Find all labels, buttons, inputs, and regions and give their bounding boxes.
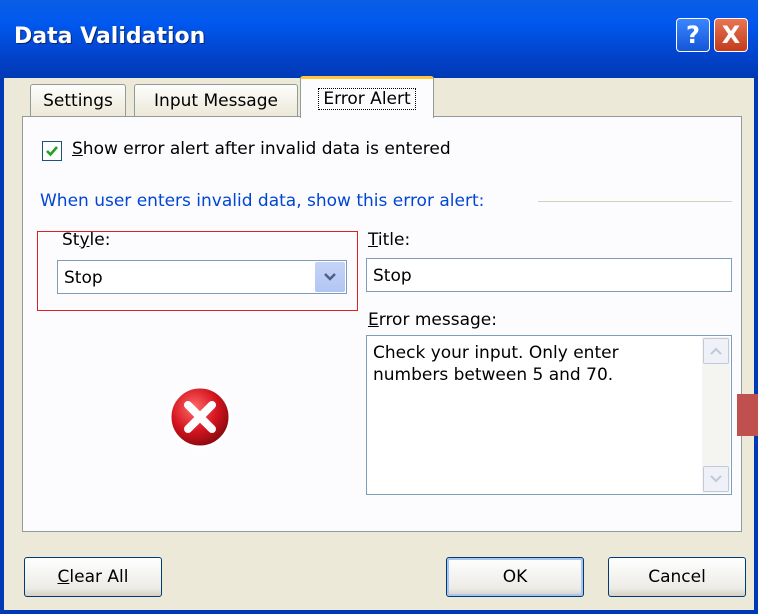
clear-all-label: lear All [69,567,129,587]
error-message-value: Check your input. Only enter numbers bet… [373,343,619,385]
show-error-alert-checkbox[interactable] [42,141,62,161]
mnemonic-s: S [72,139,83,159]
error-message-label-mnemonic: E [368,310,379,330]
ok-label: OK [502,567,528,587]
window-border-left [0,78,4,614]
title-input-value: Stop [373,266,412,286]
ok-button[interactable]: OK [446,557,584,597]
side-marker [737,394,758,436]
title-input[interactable]: Stop [366,258,732,292]
close-button[interactable]: X [714,18,748,52]
group-label: When user enters invalid data, show this… [40,191,485,211]
checkmark-icon [46,146,58,157]
window-title: Data Validation [14,24,206,49]
error-message-label: Error message: [368,310,497,330]
clear-all-mnemonic: C [57,567,70,587]
tab-input-message[interactable]: Input Message [134,84,298,116]
tab-error-alert-label: Error Alert [318,87,416,110]
title-label: Title: [368,230,410,250]
title-label-rest: itle: [377,230,411,250]
message-scrollbar[interactable] [702,337,730,493]
data-validation-dialog: Data Validation ? X Settings Input Messa… [0,0,758,614]
show-error-alert-label-text: how error alert after invalid data is en… [82,139,451,159]
style-highlight-box [37,231,358,311]
clear-all-button[interactable]: Clear All [24,557,162,597]
tab-input-message-label: Input Message [154,90,278,111]
title-label-mnemonic: T [368,230,378,250]
help-button[interactable]: ? [676,18,710,52]
tab-settings-label: Settings [43,90,113,111]
window-border-right [754,78,758,614]
stop-error-icon [168,385,232,449]
close-icon: X [721,21,741,49]
tab-settings[interactable]: Settings [30,84,126,116]
scroll-up-icon[interactable] [703,338,729,364]
group-divider [538,201,732,202]
tab-error-alert[interactable]: Error Alert [300,76,434,118]
scroll-down-icon[interactable] [703,466,729,492]
title-bar[interactable]: Data Validation ? X [0,0,758,78]
window-border-bottom [0,610,758,614]
show-error-alert-label[interactable]: Show error alert after invalid data is e… [72,139,451,159]
error-message-label-rest: rror message: [378,310,497,330]
cancel-button[interactable]: Cancel [608,557,746,597]
error-message-textarea[interactable]: Check your input. Only enter numbers bet… [366,335,732,495]
help-icon: ? [686,21,700,49]
cancel-label: Cancel [648,567,706,587]
